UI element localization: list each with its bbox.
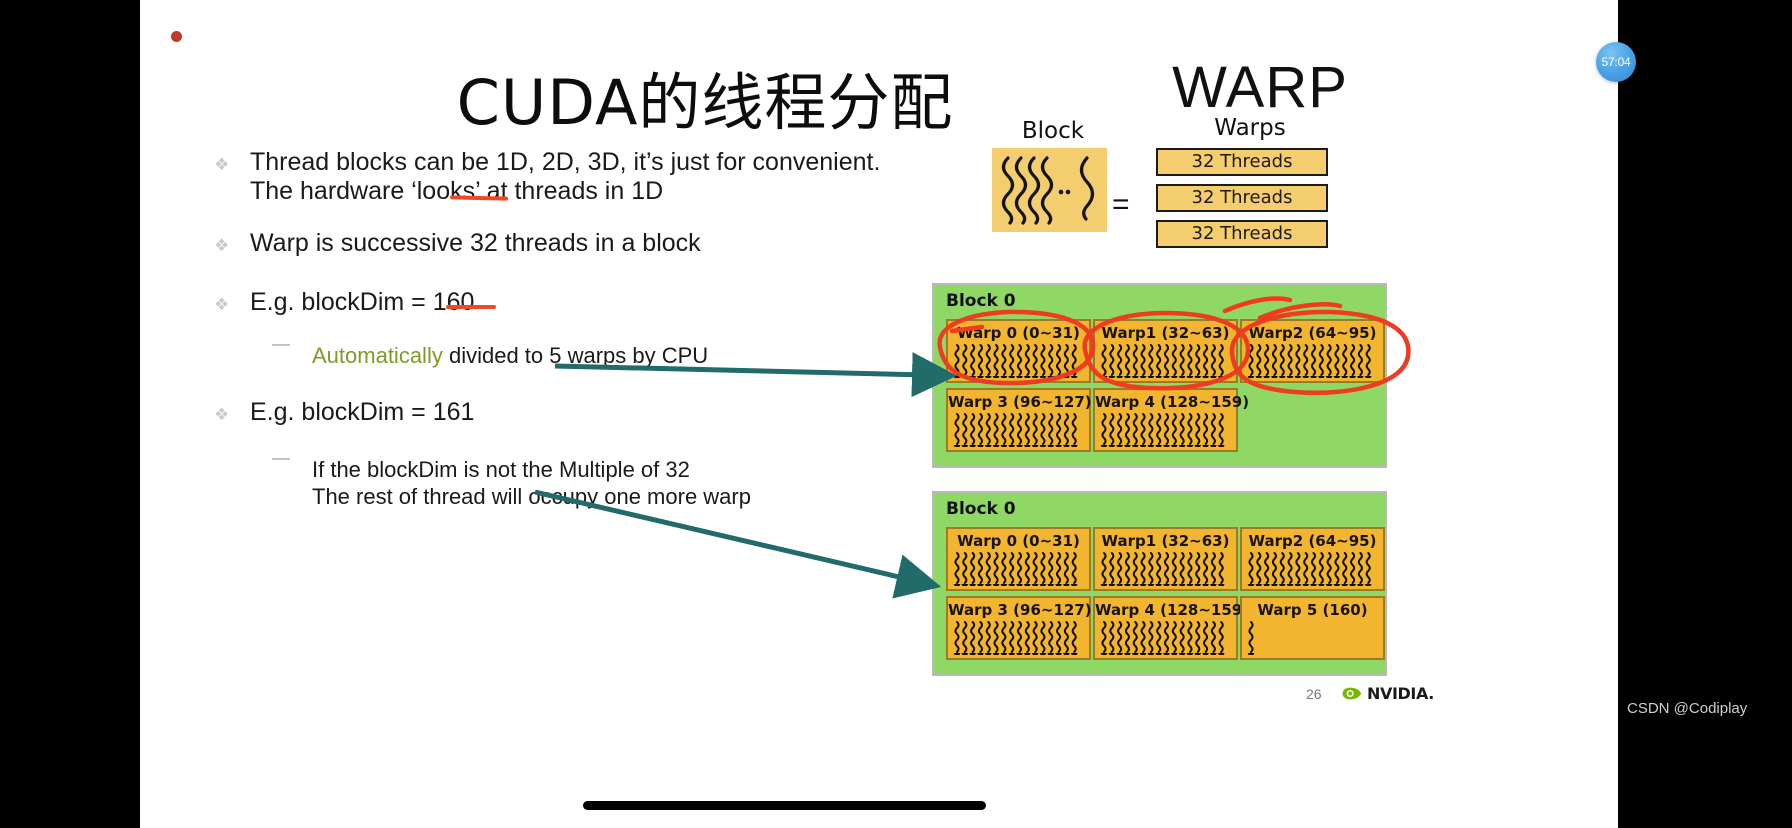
block-figure-label: Block — [1021, 118, 1085, 144]
warp-chip: 32 Threads — [1156, 184, 1328, 212]
page-number: 26 — [1306, 686, 1322, 702]
csdn-watermark: CSDN @Codiplay — [1627, 700, 1748, 717]
warp-cell-label: Warp 4 (128~159) — [1095, 393, 1250, 411]
laser-pointer-dot — [171, 31, 182, 42]
warp-threads-glyphs — [1246, 343, 1379, 378]
warp-cell-label: Warp 0 (0~31) — [957, 532, 1080, 550]
warp-chip: 32 Threads — [1156, 220, 1328, 248]
dash-bullet-icon — [272, 458, 290, 461]
warp-cell: Warp 5 (160) — [1240, 596, 1385, 660]
warp-cell: Warp 3 (96~127) — [946, 596, 1092, 660]
warp-cell: Warp 3 (96~127) — [946, 388, 1092, 452]
nvidia-eye-icon — [1342, 687, 1362, 700]
warp-cell-label: Warp 4 (128~159) — [1095, 601, 1250, 619]
warp-cell: Warp 4 (128~159) — [1093, 388, 1250, 452]
warp-cell-label: Warp2 (64~95) — [1248, 532, 1377, 550]
sub-bullet-line1: If the blockDim is not the Multiple of 3… — [312, 457, 690, 483]
warp-threads-glyphs — [1099, 412, 1232, 447]
sub-bullet-rest: divided to 5 warps by CPU — [442, 343, 709, 368]
warp-cell-label: Warp 3 (96~127) — [948, 393, 1092, 411]
warp-threads-glyphs — [1099, 620, 1232, 655]
sub-bullet-item: Automatically divided to 5 warps by CPU — [200, 343, 920, 370]
sub-bullet-line2: The rest of thread will occupy one more … — [312, 483, 751, 509]
warp-cell-label: Warp2 (64~95) — [1248, 324, 1377, 342]
warp-cell: Warp 4 (128~159) — [1093, 596, 1250, 660]
diamond-bullet-icon: ❖ — [214, 404, 230, 424]
warp-threads-glyphs — [1246, 620, 1379, 655]
presentation-slide: CUDA的线程分配 WARP ❖ Thread blocks can be 1D… — [140, 0, 1636, 828]
block-diagram-top: Block 0 Warp 0 (0~31) Warp1 (32~63) Warp… — [932, 283, 1387, 468]
warps-figure-label: Warps — [1214, 115, 1286, 141]
warp-cell: Warp1 (32~63) — [1093, 319, 1238, 383]
screen: CUDA的线程分配 WARP ❖ Thread blocks can be 1D… — [0, 0, 1792, 828]
warp-cell: Warp2 (64~95) — [1240, 527, 1385, 591]
warp-threads-glyphs — [1099, 343, 1232, 378]
bullet-item: ❖ E.g. blockDim = 161 — [200, 398, 920, 427]
warp-cell-label: Warp1 (32~63) — [1101, 532, 1230, 550]
timer-badge[interactable]: 57:04 — [1596, 42, 1636, 82]
bullet-text: E.g. blockDim = 160 — [250, 287, 475, 316]
warp-threads-glyphs — [952, 551, 1085, 586]
bullet-item: ❖ E.g. blockDim = 160 — [200, 288, 920, 317]
warp-threads-glyphs — [952, 343, 1085, 378]
equals-sign: = — [1112, 188, 1130, 221]
warp-cell-label: Warp 0 (0~31) — [957, 324, 1080, 342]
diamond-bullet-icon: ❖ — [214, 155, 230, 174]
diamond-bullet-icon: ❖ — [214, 294, 230, 314]
warp-cell: Warp1 (32~63) — [1093, 527, 1238, 591]
block-diagram-bottom: Block 0 Warp 0 (0~31) Warp1 (32~63) Warp… — [932, 491, 1387, 676]
bullet-text: Warp is successive 32 threads in a block — [250, 228, 701, 257]
sub-bullet-text: Automatically divided to 5 warps by CPU — [312, 343, 920, 370]
nvidia-logo: NVIDIA. — [1340, 684, 1434, 703]
sub-bullet-item: If the blockDim is not the Multiple of 3… — [200, 457, 920, 511]
thread-squiggles-icon — [1001, 156, 1095, 225]
bullet-text: E.g. blockDim = 161 — [250, 397, 475, 426]
video-progress-bar[interactable] — [583, 801, 986, 810]
nvidia-wordmark: NVIDIA. — [1367, 684, 1434, 703]
bullet-item: ❖ Warp is successive 32 threads in a blo… — [200, 229, 920, 258]
warp-cell: Warp 0 (0~31) — [946, 527, 1091, 591]
warp-cell: Warp 0 (0~31) — [946, 319, 1091, 383]
red-underline-161 — [446, 305, 496, 309]
highlighted-word: Automatically — [312, 343, 443, 368]
block-diagram-title: Block 0 — [946, 499, 1016, 519]
warp-chip: 32 Threads — [1156, 148, 1328, 176]
warp-cell: Warp2 (64~95) — [1240, 319, 1385, 383]
diamond-bullet-icon: ❖ — [214, 235, 230, 255]
warp-heading: WARP — [1172, 55, 1348, 120]
warp-cell-label: Warp 3 (96~127) — [948, 601, 1092, 619]
timer-value: 57:04 — [1601, 55, 1631, 69]
page-title: CUDA的线程分配 — [456, 66, 954, 139]
block-diagram-title: Block 0 — [946, 291, 1016, 311]
bullet-text: Thread blocks can be 1D, 2D, 3D, it’s ju… — [250, 148, 881, 206]
warp-threads-glyphs — [1099, 551, 1232, 586]
block-figure-box — [992, 148, 1107, 232]
warp-cell-label: Warp1 (32~63) — [1101, 324, 1230, 342]
bullet-item: ❖ Thread blocks can be 1D, 2D, 3D, it’s … — [200, 148, 920, 207]
warp-threads-glyphs — [952, 412, 1085, 447]
warp-threads-glyphs — [952, 620, 1085, 655]
warp-cell-label: Warp 5 (160) — [1257, 601, 1368, 619]
warp-threads-glyphs — [1246, 551, 1379, 586]
dash-bullet-icon — [272, 344, 290, 346]
bullet-list: ❖ Thread blocks can be 1D, 2D, 3D, it’s … — [200, 148, 920, 519]
